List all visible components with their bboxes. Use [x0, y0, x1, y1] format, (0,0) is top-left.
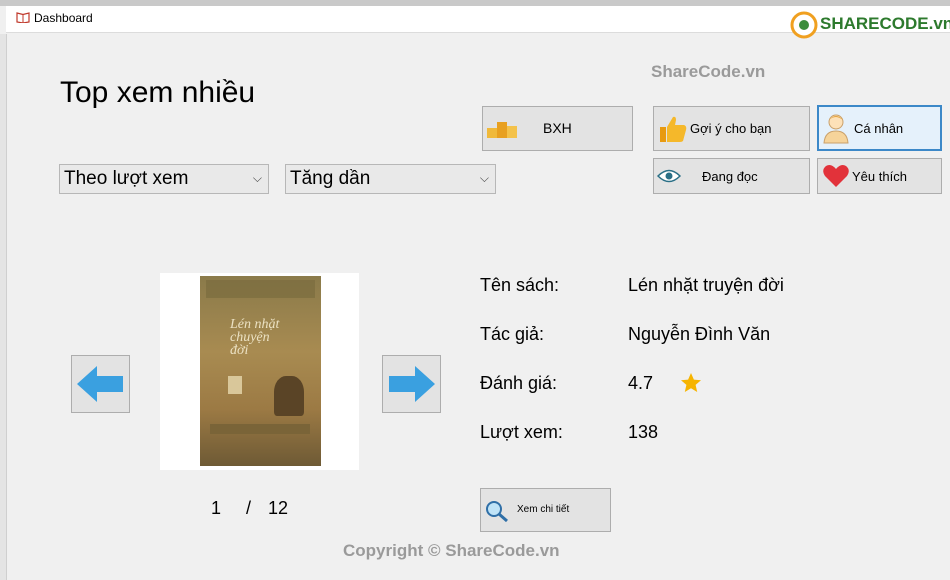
podium-icon — [487, 122, 517, 138]
previous-button[interactable] — [71, 355, 130, 413]
book-views-value: 138 — [628, 422, 659, 442]
view-details-label: Xem chi tiết — [517, 504, 570, 515]
page-current: 1 — [211, 498, 222, 518]
book-views-label: Lượt xem: — [480, 422, 563, 442]
logo-text: SHARECODE.vn — [820, 14, 950, 33]
reading-label: Đang đọc — [702, 169, 758, 184]
background-window-edge — [0, 34, 7, 580]
profile-button[interactable]: Cá nhân — [817, 105, 942, 151]
book-name-value: Lén nhặt truyện đời — [628, 275, 784, 295]
book-icon — [16, 12, 30, 23]
bxh-label: BXH — [543, 120, 572, 136]
cover-bench — [210, 424, 310, 434]
cover-figure — [274, 376, 304, 416]
book-name-label: Tên sách: — [480, 275, 560, 295]
search-icon — [486, 501, 508, 522]
chevron-down-icon: ⌵ — [479, 171, 489, 185]
arrow-right-icon — [389, 366, 435, 402]
favorite-button[interactable]: Yêu thích — [817, 158, 942, 194]
reading-button[interactable]: Đang đọc — [653, 158, 810, 194]
book-cover-image: Lén nhặt chuyện đời — [200, 276, 321, 466]
window-title: Dashboard — [34, 11, 93, 25]
watermark-bottom: Copyright © ShareCode.vn — [343, 541, 560, 560]
recommend-button[interactable]: Gợi ý cho bạn — [653, 106, 810, 151]
sort-order-value: Tăng dần — [290, 168, 371, 189]
page-title: Top xem nhiều — [60, 76, 256, 109]
watermark-top: ShareCode.vn — [651, 62, 766, 81]
sort-by-select[interactable]: Theo lượt xem ⌵ — [59, 164, 269, 194]
star-icon — [681, 373, 701, 392]
book-author-value: Nguyễn Đình Văn — [628, 324, 771, 344]
thumbs-up-icon — [660, 116, 687, 142]
chevron-down-icon: ⌵ — [252, 171, 262, 185]
favorite-label: Yêu thích — [852, 169, 907, 184]
sort-order-select[interactable]: Tăng dần ⌵ — [285, 164, 496, 194]
next-button[interactable] — [382, 355, 441, 413]
user-icon — [823, 114, 849, 144]
book-rating-value: 4.7 — [628, 373, 654, 393]
book-author-label: Tác giả: — [480, 324, 545, 344]
page-separator: / — [246, 498, 252, 518]
eye-icon — [657, 169, 681, 183]
bxh-button[interactable]: BXH — [482, 106, 633, 151]
sharecode-logo: SHARECODE.vn — [790, 8, 950, 40]
cover-emblem — [228, 376, 242, 394]
book-rating-label: Đánh giá: — [480, 373, 558, 393]
arrow-left-icon — [77, 366, 123, 402]
book-cover-title: Lén nhặt chuyện đời — [230, 317, 280, 358]
logo-icon — [790, 11, 818, 39]
view-details-button[interactable]: Xem chi tiết — [480, 488, 611, 532]
recommend-label: Gợi ý cho bạn — [690, 121, 772, 136]
sort-by-value: Theo lượt xem — [64, 168, 189, 189]
page-total: 12 — [268, 498, 289, 518]
heart-icon — [823, 165, 849, 187]
profile-label: Cá nhân — [854, 121, 904, 136]
